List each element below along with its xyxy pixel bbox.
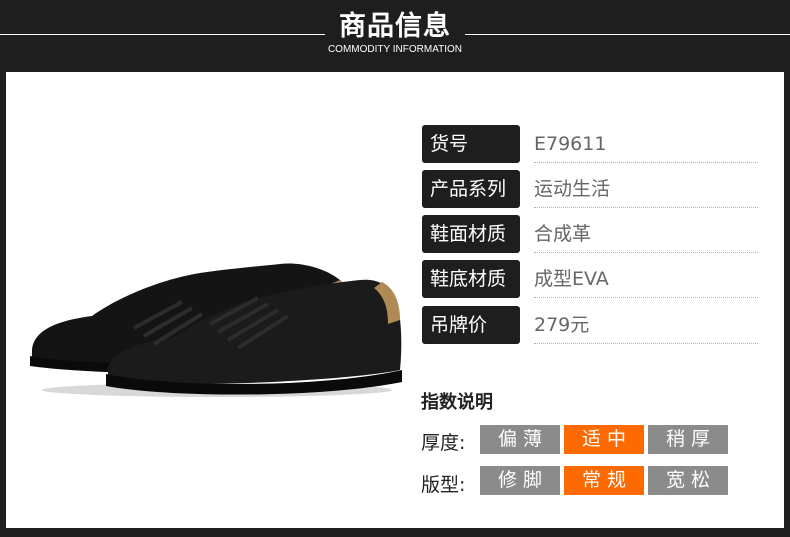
- fit-option-selected: 常规: [564, 466, 644, 495]
- info-label: 鞋底材质: [422, 260, 520, 298]
- info-row-upper-material: 鞋面材质 合成革: [422, 215, 758, 253]
- section-title: 商品信息: [339, 11, 451, 42]
- thickness-label: 厚度:: [421, 432, 466, 454]
- info-row-price: 吊牌价 279元: [422, 306, 758, 344]
- fit-option: 宽松: [648, 466, 728, 495]
- product-image: [30, 263, 402, 397]
- fit-option: 修脚: [480, 466, 560, 495]
- info-label: 货号: [422, 125, 520, 163]
- info-value: 279元: [534, 306, 758, 344]
- index-title: 指数说明: [421, 392, 493, 413]
- thickness-option-selected: 适中: [564, 425, 644, 454]
- info-value: 合成革: [534, 215, 758, 253]
- header-caret-icon: [389, 64, 403, 71]
- info-label: 吊牌价: [422, 306, 520, 344]
- info-row-sku: 货号 E79611: [422, 125, 758, 163]
- thickness-option: 稍厚: [648, 425, 728, 454]
- thickness-option: 偏薄: [480, 425, 560, 454]
- info-value: E79611: [534, 125, 758, 163]
- info-row-sole-material: 鞋底材质 成型EVA: [422, 260, 758, 298]
- section-subtitle: COMMODITY INFORMATION: [327, 44, 463, 55]
- info-value: 成型EVA: [534, 260, 758, 298]
- section-header: 商品信息 COMMODITY INFORMATION: [0, 0, 790, 66]
- info-label: 产品系列: [422, 170, 520, 208]
- info-row-series: 产品系列 运动生活: [422, 170, 758, 208]
- info-label: 鞋面材质: [422, 215, 520, 253]
- info-value: 运动生活: [534, 170, 758, 208]
- fit-label: 版型:: [421, 474, 466, 496]
